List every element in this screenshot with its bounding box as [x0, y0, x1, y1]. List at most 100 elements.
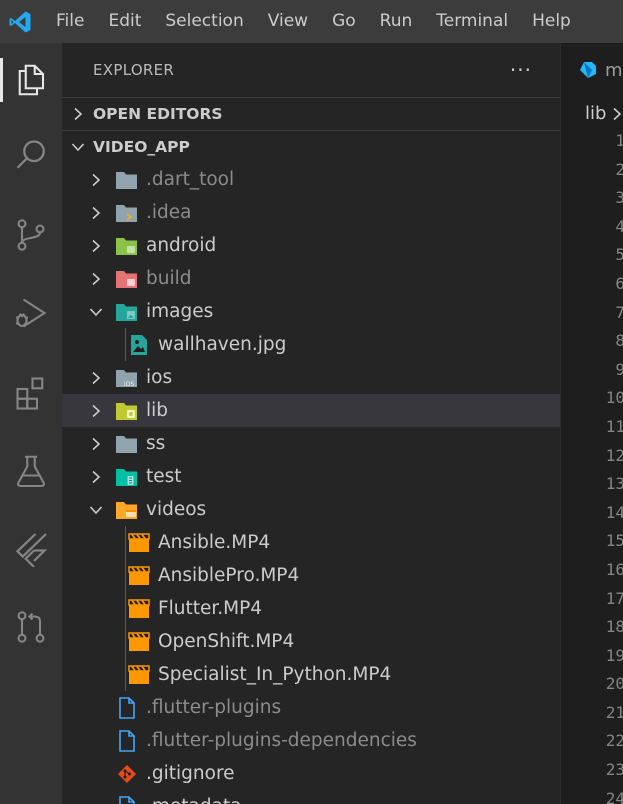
tree-item-label: Ansible.MP4 — [158, 532, 271, 553]
tree-file-flutter-mp4[interactable]: Flutter.MP4 — [62, 592, 560, 625]
menu-item-go[interactable]: Go — [320, 0, 368, 43]
tree-item-label: .flutter-plugins — [146, 697, 282, 718]
folder-ios-icon: iOS — [114, 365, 140, 391]
tree-folder-ss[interactable]: ss — [62, 427, 560, 460]
tree-folder-lib[interactable]: lib — [62, 394, 560, 427]
tree-item-label: android — [146, 235, 217, 256]
breadcrumb[interactable]: lib — [561, 97, 623, 130]
menu-item-terminal[interactable]: Terminal — [424, 0, 520, 43]
tree-item-label: OpenShift.MP4 — [158, 631, 295, 652]
line-number-gutter: 123456789101112131415161718192021222324 — [561, 130, 623, 804]
tree-item-label: .idea — [146, 202, 192, 223]
menu-item-selection[interactable]: Selection — [153, 0, 255, 43]
menu-item-run[interactable]: Run — [368, 0, 425, 43]
menu-item-help[interactable]: Help — [520, 0, 583, 43]
line-number: 1 — [561, 131, 623, 160]
video-file-icon — [126, 563, 152, 589]
explorer-title: EXPLORER — [93, 61, 175, 79]
tree-folder-android[interactable]: android — [62, 229, 560, 262]
tree-folder-videos[interactable]: videos — [62, 493, 560, 526]
tree-folder-ios[interactable]: iOS ios — [62, 361, 560, 394]
line-number: 18 — [605, 617, 623, 637]
explorer-header: EXPLORER ··· — [62, 43, 560, 97]
tree-item-label: videos — [146, 499, 207, 520]
open-editors-label: OPEN EDITORS — [93, 105, 223, 123]
line-number: 12 — [605, 445, 623, 465]
tree-file-wallhaven-jpg[interactable]: wallhaven.jpg — [62, 328, 560, 361]
file-icon — [114, 728, 140, 754]
tree-folder-images[interactable]: images — [62, 295, 560, 328]
video-file-icon — [126, 629, 152, 655]
chevron-right-icon — [62, 107, 93, 121]
search-icon[interactable] — [0, 127, 62, 183]
folder-icon — [114, 167, 140, 193]
tree-item-label: ss — [146, 433, 166, 454]
tree-item-label: .dart_tool — [146, 169, 235, 190]
menu-item-edit[interactable]: Edit — [96, 0, 153, 43]
menu-item-file[interactable]: File — [40, 0, 96, 43]
explorer-sidebar: EXPLORER ··· OPEN EDITORS VIDEO_APP .dar… — [62, 43, 560, 804]
line-number: 23 — [605, 760, 623, 780]
dart-file-icon — [579, 61, 597, 79]
files-icon[interactable] — [0, 52, 62, 108]
line-number: 20 — [605, 674, 623, 694]
tree-item-label: .flutter-plugins-dependencies — [146, 730, 417, 751]
folder-idea-icon — [114, 200, 140, 226]
line-number: 14 — [605, 502, 623, 522]
tree-item-label: wallhaven.jpg — [158, 334, 287, 355]
line-number: 21 — [605, 702, 623, 722]
extensions-icon[interactable] — [0, 364, 62, 420]
tree-item-label: Flutter.MP4 — [158, 598, 263, 619]
line-number: 16 — [605, 559, 623, 579]
tree-file-specialist-in-python-mp4[interactable]: Specialist_In_Python.MP4 — [62, 658, 560, 691]
open-editors-section[interactable]: OPEN EDITORS — [62, 97, 560, 130]
tree-item-label: .metadata — [146, 796, 242, 804]
indent-guide — [125, 328, 126, 361]
editor-area: m lib 1234567891011121314151617181920212… — [560, 43, 623, 804]
folder-test-icon — [114, 464, 140, 490]
chevron-right-icon — [86, 173, 106, 187]
menu-item-view[interactable]: View — [256, 0, 320, 43]
tree-file-openshift-mp4[interactable]: OpenShift.MP4 — [62, 625, 560, 658]
run-debug-icon[interactable] — [0, 285, 62, 341]
line-number: 8 — [561, 331, 623, 360]
flutter-icon[interactable] — [0, 521, 62, 577]
tree-file-ansible-mp4[interactable]: Ansible.MP4 — [62, 526, 560, 559]
pull-request-icon[interactable] — [0, 599, 62, 655]
chevron-right-icon — [86, 206, 106, 220]
folder-build-icon — [114, 266, 140, 292]
line-number: 10 — [605, 388, 623, 408]
chevron-right-icon — [86, 371, 106, 385]
editor-tab[interactable]: m — [561, 43, 623, 97]
line-number: 11 — [605, 416, 623, 436]
line-number: 3 — [561, 188, 623, 217]
project-label: VIDEO_APP — [93, 138, 190, 156]
tree-folder-build[interactable]: build — [62, 262, 560, 295]
line-number: 7 — [561, 303, 623, 332]
activity-bar — [0, 43, 62, 804]
tree-item-label: images — [146, 301, 214, 322]
source-control-icon[interactable] — [0, 207, 62, 263]
line-number: 13 — [605, 474, 623, 494]
breadcrumb-item: lib — [585, 103, 607, 124]
menu-bar: File Edit Selection View Go Run Terminal Help — [40, 0, 583, 43]
tree-file-dot-flutter-plugins[interactable]: .flutter-plugins — [62, 691, 560, 724]
file-icon — [114, 794, 140, 804]
tree-folder-dot-dart-tool[interactable]: .dart_tool — [62, 163, 560, 196]
tree-folder-dot-idea[interactable]: .idea — [62, 196, 560, 229]
tree-file-dot-gitignore[interactable]: .gitignore — [62, 757, 560, 790]
chevron-right-icon — [613, 107, 622, 120]
testing-icon[interactable] — [0, 443, 62, 499]
tree-item-label: lib — [146, 400, 169, 421]
folder-images-icon — [114, 299, 140, 325]
project-section[interactable]: VIDEO_APP — [62, 130, 560, 163]
tree-file-ansiblepro-mp4[interactable]: AnsiblePro.MP4 — [62, 559, 560, 592]
tree-file-dot-flutter-plugins-dependencies[interactable]: .flutter-plugins-dependencies — [62, 724, 560, 757]
folder-lib-icon — [114, 398, 140, 424]
tree-folder-test[interactable]: test — [62, 460, 560, 493]
tree-file-dot-metadata[interactable]: .metadata — [62, 790, 560, 804]
line-number: 9 — [561, 360, 623, 389]
chevron-right-icon — [86, 272, 106, 286]
editor-tab-bar: m — [561, 43, 623, 97]
more-actions-button[interactable]: ··· — [510, 60, 532, 80]
